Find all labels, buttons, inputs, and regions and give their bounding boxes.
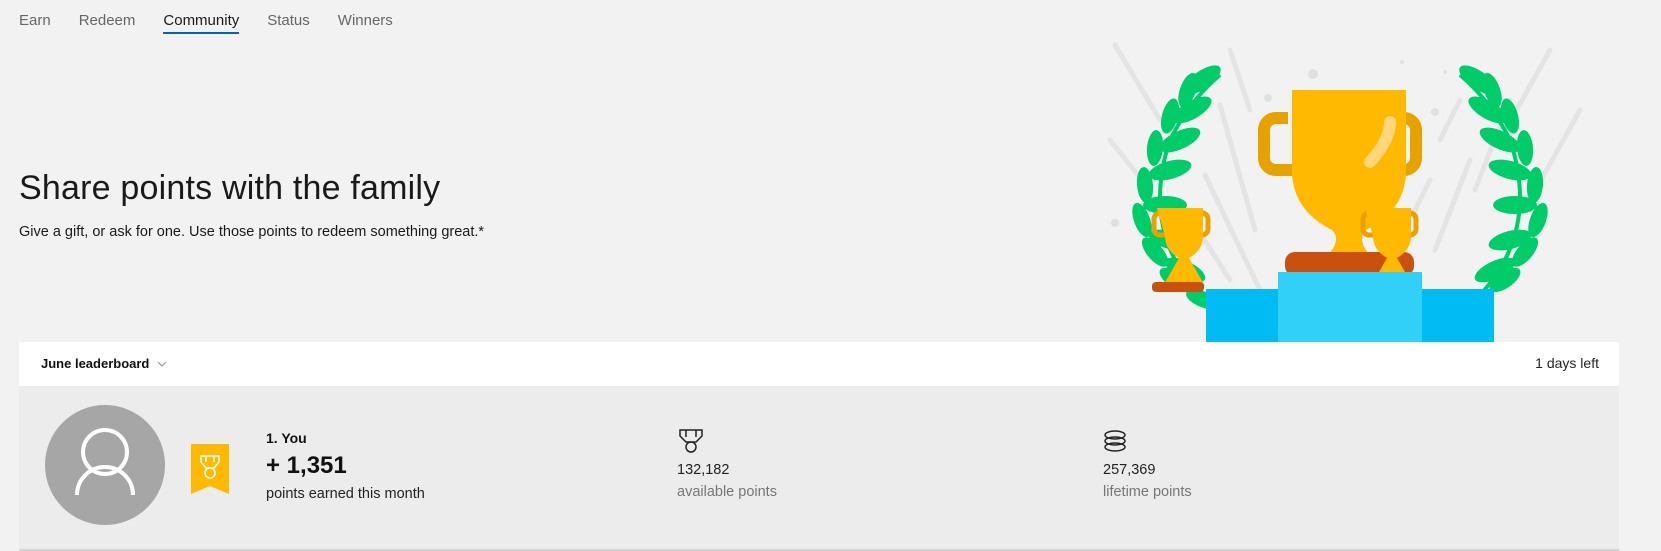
leaderboard-month-selector[interactable]: June leaderboard	[41, 356, 167, 371]
laurel-right	[1456, 65, 1548, 311]
medal-icon	[679, 429, 703, 453]
tab-earn[interactable]: Earn	[19, 0, 51, 34]
lifetime-points: 257,369 lifetime points	[1103, 428, 1192, 500]
available-points-label: available points	[677, 484, 777, 500]
lifetime-points-label: lifetime points	[1103, 484, 1192, 500]
tab-winners[interactable]: Winners	[338, 0, 393, 34]
coin-stack-icon	[1104, 430, 1126, 452]
hero-subtitle: Give a gift, or ask for one. Use those p…	[19, 224, 485, 240]
person-icon	[75, 428, 135, 496]
rank-label: 1. You	[266, 430, 307, 446]
podium	[1206, 272, 1494, 342]
trophy-illustration	[1107, 42, 1583, 342]
leaderboard-header: June leaderboard 1 days left	[19, 342, 1619, 386]
leaderboard-row: 1. You + 1,351 points earned this month …	[19, 386, 1619, 551]
tab-community[interactable]: Community	[163, 0, 239, 34]
lifetime-points-value: 257,369	[1103, 462, 1156, 478]
leaderboard-selector-label: June leaderboard	[41, 356, 150, 371]
points-earned-label: points earned this month	[266, 486, 425, 502]
medal-ribbon-icon	[191, 444, 229, 494]
available-points: 132,182 available points	[677, 428, 777, 500]
available-points-value: 132,182	[677, 462, 730, 478]
chevron-down-icon	[157, 361, 167, 367]
hero-title: Share points with the family	[19, 169, 441, 207]
tab-redeem[interactable]: Redeem	[79, 0, 136, 34]
avatar	[45, 405, 165, 525]
points-earned: + 1,351	[266, 452, 347, 479]
top-nav: Earn Redeem Community Status Winners	[19, 0, 421, 36]
tab-status[interactable]: Status	[267, 0, 310, 34]
days-left: 1 days left	[1535, 355, 1599, 371]
